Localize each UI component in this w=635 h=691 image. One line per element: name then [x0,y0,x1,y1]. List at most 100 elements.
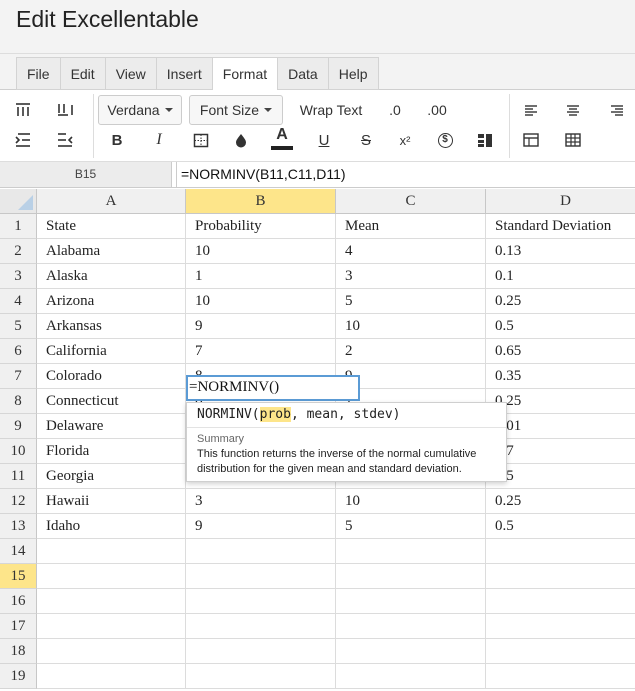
row-header[interactable]: 12 [0,489,37,514]
row-header[interactable]: 6 [0,339,37,364]
cell-a15[interactable] [37,564,186,589]
cell-b17[interactable] [186,614,336,639]
menu-tab-data[interactable]: Data [277,57,328,90]
cell-editor[interactable]: =NORMINV() [186,375,360,401]
align-center-icon[interactable] [558,96,588,124]
cell-b13[interactable]: 9 [186,514,336,539]
formula-input[interactable]: =NORMINV(B11,C11,D11) [176,162,635,187]
cell-d17[interactable] [486,614,635,639]
menu-tab-view[interactable]: View [104,57,156,90]
cell-d15[interactable] [486,564,635,589]
cell-d16[interactable] [486,589,635,614]
insert-row-above-icon[interactable] [8,96,38,124]
cell-d8[interactable]: 0.25 [486,389,635,414]
menu-tab-format[interactable]: Format [211,57,278,91]
cell-b18[interactable] [186,639,336,664]
cell-b2[interactable]: 10 [186,239,336,264]
cell-d18[interactable] [486,639,635,664]
cell-b14[interactable] [186,539,336,564]
row-header[interactable]: 13 [0,514,37,539]
cell-a17[interactable] [37,614,186,639]
cell-d2[interactable]: 0.13 [486,239,635,264]
cell-c6[interactable]: 2 [336,339,486,364]
cell-d10[interactable]: 0.7 [486,439,635,464]
cell-a6[interactable]: California [37,339,186,364]
cell-c3[interactable]: 3 [336,264,486,289]
cell-d1[interactable]: Standard Deviation [486,214,635,239]
cell-a7[interactable]: Colorado [37,364,186,389]
align-right-icon[interactable] [602,96,632,124]
cell-b4[interactable]: 10 [186,289,336,314]
cell-d3[interactable]: 0.1 [486,264,635,289]
cell-d13[interactable]: 0.5 [486,514,635,539]
cell-a14[interactable] [37,539,186,564]
cell-b3[interactable]: 1 [186,264,336,289]
font-color-button[interactable]: A [267,124,297,152]
row-header[interactable]: 8 [0,389,37,414]
cell-d6[interactable]: 0.65 [486,339,635,364]
row-header[interactable]: 16 [0,589,37,614]
column-header-b[interactable]: B [186,189,336,214]
cell-b12[interactable]: 3 [186,489,336,514]
align-left-icon[interactable] [516,96,546,124]
cell-a18[interactable] [37,639,186,664]
fill-color-icon[interactable] [226,126,256,154]
outdent-icon[interactable] [50,126,80,154]
cell-c13[interactable]: 5 [336,514,486,539]
cell-c19[interactable] [336,664,486,689]
row-header[interactable]: 4 [0,289,37,314]
indent-icon[interactable] [8,126,38,154]
cell-a2[interactable]: Alabama [37,239,186,264]
cell-b15[interactable] [186,564,336,589]
cell-c1[interactable]: Mean [336,214,486,239]
cell-b1[interactable]: Probability [186,214,336,239]
column-header-d[interactable]: D [486,189,635,214]
cell-c14[interactable] [336,539,486,564]
row-header[interactable]: 7 [0,364,37,389]
row-header[interactable]: 5 [0,314,37,339]
row-header[interactable]: 10 [0,439,37,464]
row-header[interactable]: 11 [0,464,37,489]
cell-b19[interactable] [186,664,336,689]
row-header[interactable]: 9 [0,414,37,439]
cell-a5[interactable]: Arkansas [37,314,186,339]
cell-a11[interactable]: Georgia [37,464,186,489]
column-header-c[interactable]: C [336,189,486,214]
row-header[interactable]: 19 [0,664,37,689]
cell-c18[interactable] [336,639,486,664]
insert-column-icon[interactable] [50,96,80,124]
grid-lines-icon[interactable] [558,126,588,154]
cell-b5[interactable]: 9 [186,314,336,339]
menu-tab-file[interactable]: File [16,57,60,90]
bold-button[interactable]: B [102,126,132,154]
cell-d14[interactable] [486,539,635,564]
superscript-button[interactable]: x² [390,126,420,154]
menu-tab-edit[interactable]: Edit [59,57,105,90]
cell-c2[interactable]: 4 [336,239,486,264]
cell-c16[interactable] [336,589,486,614]
cell-a1[interactable]: State [37,214,186,239]
cell-a10[interactable]: Florida [37,439,186,464]
cell-d19[interactable] [486,664,635,689]
decrease-decimal-button[interactable]: .0 [381,96,409,124]
wrap-text-button[interactable]: Wrap Text [293,96,369,124]
menu-tab-help[interactable]: Help [327,57,379,90]
table-format-icon[interactable] [516,126,546,154]
font-family-dropdown[interactable]: Verdana [98,95,182,125]
cell-a4[interactable]: Arizona [37,289,186,314]
row-header[interactable]: 17 [0,614,37,639]
column-header-a[interactable]: A [37,189,186,214]
row-header[interactable]: 1 [0,214,37,239]
cell-a9[interactable]: Delaware [37,414,186,439]
cell-c5[interactable]: 10 [336,314,486,339]
cell-a3[interactable]: Alaska [37,264,186,289]
cell-d7[interactable]: 0.35 [486,364,635,389]
cell-d5[interactable]: 0.5 [486,314,635,339]
cell-d4[interactable]: 0.25 [486,289,635,314]
row-header[interactable]: 15 [0,564,37,589]
row-header[interactable]: 14 [0,539,37,564]
cell-borders-icon[interactable] [186,126,216,154]
cell-reference-box[interactable]: B15 [0,162,172,187]
cell-a19[interactable] [37,664,186,689]
cell-d11[interactable]: 1.5 [486,464,635,489]
